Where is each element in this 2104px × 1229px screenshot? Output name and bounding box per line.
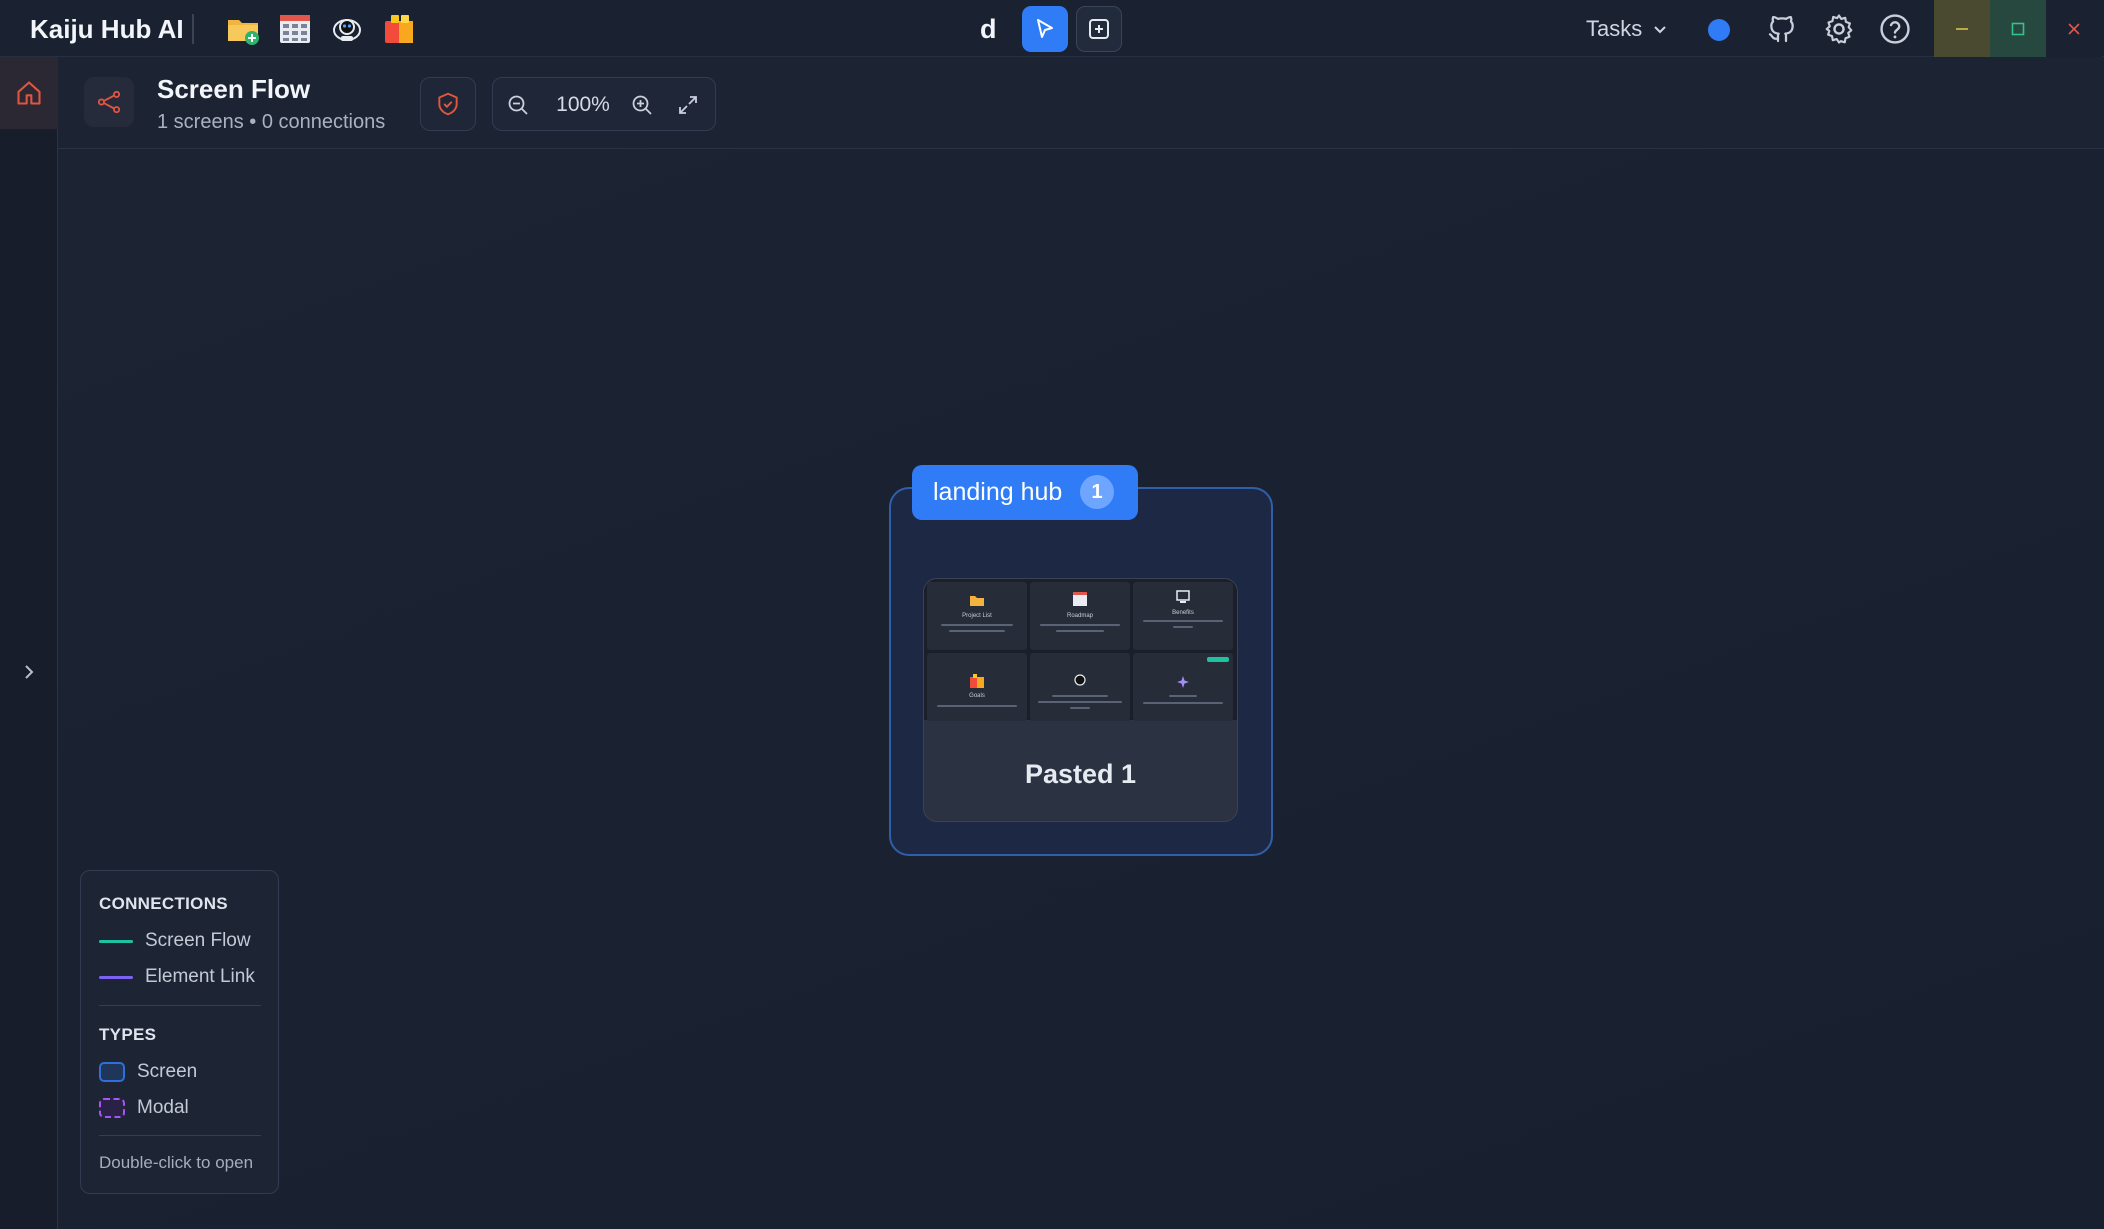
tile-text-line <box>937 705 1017 707</box>
group-count-badge: 1 <box>1080 475 1114 509</box>
minimize-icon <box>1956 27 1968 30</box>
screen-flow-icon <box>84 77 134 127</box>
github-icon[interactable] <box>1764 11 1800 47</box>
close-icon <box>2068 22 2080 35</box>
screen-thumbnail: Project List Roadmap Benefits Goals <box>924 579 1237 721</box>
home-button[interactable] <box>0 57 58 129</box>
maximize-icon <box>2011 22 2025 35</box>
screen-node-name: Pasted 1 <box>1024 759 1137 789</box>
chevron-down-icon <box>1654 26 1666 34</box>
folder-icon <box>970 596 984 606</box>
legend-divider <box>99 1005 261 1006</box>
window-maximize-button[interactable] <box>1990 0 2046 57</box>
tile-text-line <box>1143 620 1223 622</box>
left-sidebar <box>0 57 58 1229</box>
grid-table-icon[interactable] <box>278 12 312 46</box>
screen-flow-line-swatch <box>99 939 133 943</box>
zoom-level: 100% <box>556 93 610 116</box>
zoom-out-icon <box>508 95 528 115</box>
group-label[interactable]: landing hub 1 <box>912 465 1138 520</box>
thumbnail-tile <box>1133 653 1233 721</box>
legend-hint: Double-click to open <box>99 1153 254 1172</box>
help-icon[interactable] <box>1877 11 1913 47</box>
color-blocks-icon[interactable] <box>382 12 416 46</box>
legend-panel: CONNECTIONS Screen Flow Element Link TYP… <box>80 870 279 1194</box>
tile-text-line <box>949 630 1005 632</box>
status-dot <box>1708 19 1730 41</box>
validate-button[interactable] <box>420 77 476 131</box>
select-tool-button[interactable] <box>1022 6 1068 52</box>
thumbnail-tile <box>1030 653 1130 721</box>
sidebar-expand-button[interactable] <box>14 657 44 687</box>
legend-label: Screen <box>137 1061 198 1082</box>
tile-text-line <box>1143 702 1223 704</box>
tile-name: Project List <box>962 613 992 619</box>
gear-icon[interactable] <box>1821 11 1857 47</box>
cursor-icon <box>1037 19 1053 38</box>
screen-type-swatch <box>99 1062 125 1082</box>
title-bar: Kaiju Hub AI d Tasks <box>0 0 2104 57</box>
page-subtitle: 1 screens • 0 connections <box>157 111 386 133</box>
tile-text-line <box>1070 707 1090 709</box>
page-header: Screen Flow 1 screens • 0 connections 10… <box>58 57 2104 149</box>
chevron-right-icon <box>25 665 34 679</box>
tile-text-line <box>1052 695 1108 697</box>
zoom-in-icon <box>632 95 652 115</box>
screen-node[interactable]: Project List Roadmap Benefits Goals Past… <box>923 578 1238 822</box>
tile-name: Roadmap <box>1066 613 1093 619</box>
legend-item-element-link: Element Link <box>99 964 255 990</box>
monitor-icon <box>1176 590 1190 603</box>
title-separator <box>192 14 194 44</box>
fit-view-button[interactable] <box>673 90 703 120</box>
tile-text-line <box>1056 630 1104 632</box>
shield-check-icon <box>438 92 458 116</box>
legend-item-screen-flow: Screen Flow <box>99 928 251 954</box>
app-title: Kaiju Hub AI <box>30 14 184 44</box>
expand-icon <box>679 96 697 114</box>
window-close-button[interactable] <box>2046 0 2102 57</box>
sparkle-icon <box>1177 676 1189 688</box>
legend-types-heading: TYPES <box>99 1025 157 1044</box>
tile-text-line <box>1038 701 1122 703</box>
tile-text-line <box>1173 626 1193 628</box>
modal-type-swatch <box>99 1098 125 1118</box>
thumbnail-tile: Benefits <box>1133 582 1233 650</box>
tile-text-line <box>1169 695 1197 697</box>
group-label-text: landing hub <box>933 478 1063 506</box>
legend-label: Element Link <box>145 966 255 987</box>
robot-icon[interactable] <box>330 12 364 46</box>
legend-item-screen: Screen <box>99 1059 197 1085</box>
grid-table-icon <box>1073 592 1087 606</box>
add-screen-button[interactable] <box>1076 6 1122 52</box>
thumbnail-tile: Roadmap <box>1030 582 1130 650</box>
tile-name: Goals <box>969 693 985 699</box>
thumbnail-tile: Project List <box>927 582 1027 650</box>
legend-label: Modal <box>137 1097 189 1118</box>
zoom-in-button[interactable] <box>627 90 657 120</box>
tile-text-line <box>941 624 1013 626</box>
zoom-controls: 100% <box>492 77 716 131</box>
tile-text-line <box>1040 624 1120 626</box>
plus-square-icon <box>1089 19 1109 39</box>
mode-indicator: d <box>980 14 997 44</box>
legend-label: Screen Flow <box>145 930 251 951</box>
home-icon <box>17 81 41 105</box>
tasks-dropdown[interactable]: Tasks <box>1586 16 1668 42</box>
legend-connections-heading: CONNECTIONS <box>99 894 228 913</box>
legend-item-modal: Modal <box>99 1095 189 1121</box>
color-blocks-icon <box>970 674 984 688</box>
zoom-out-button[interactable] <box>503 90 533 120</box>
tile-name: Benefits <box>1172 610 1194 616</box>
thumbnail-tile: Goals <box>927 653 1027 721</box>
folder-add-icon[interactable] <box>226 12 260 46</box>
tile-badge <box>1207 657 1229 662</box>
tasks-label: Tasks <box>1586 16 1643 41</box>
legend-divider <box>99 1135 261 1136</box>
page-title: Screen Flow <box>157 74 311 104</box>
robot-icon <box>1074 674 1086 686</box>
element-link-line-swatch <box>99 975 133 979</box>
window-minimize-button[interactable] <box>1934 0 1990 57</box>
